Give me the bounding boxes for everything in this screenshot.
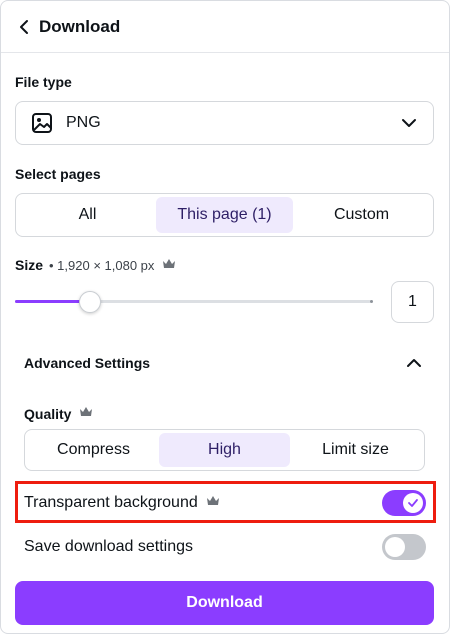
advanced-settings-title: Advanced Settings [24, 355, 151, 371]
file-type-value: PNG [66, 114, 101, 131]
advanced-settings-toggle[interactable]: Advanced Settings [24, 343, 424, 383]
quality-option-compress[interactable]: Compress [28, 433, 159, 467]
slider-thumb[interactable] [78, 291, 101, 313]
pages-option-custom[interactable]: Custom [293, 197, 430, 233]
image-icon [30, 111, 54, 135]
toggle-knob [385, 537, 405, 557]
quality-segment: Compress High Limit size [24, 429, 425, 471]
pages-option-all[interactable]: All [19, 197, 156, 233]
save-settings-row: Save download settings [24, 532, 426, 562]
quality-label: Quality [24, 406, 72, 422]
file-type-select[interactable]: PNG [15, 101, 434, 145]
quality-option-limit-size[interactable]: Limit size [290, 433, 421, 467]
select-pages-label: Select pages [15, 166, 101, 182]
size-slider[interactable] [15, 291, 375, 313]
back-button[interactable] [13, 15, 35, 39]
size-dimensions: • 1,920 × 1,080 px [49, 257, 155, 273]
panel-header: Download [1, 1, 449, 53]
download-panel: Download File type PNG Select pages All … [0, 0, 450, 634]
save-settings-toggle[interactable] [382, 534, 426, 560]
quality-option-high[interactable]: High [159, 433, 290, 467]
chevron-up-icon [404, 353, 424, 373]
size-number-input[interactable]: 1 [391, 281, 434, 323]
select-pages-segment: All This page (1) Custom [15, 193, 434, 237]
crown-icon [162, 258, 176, 273]
size-row: Size • 1,920 × 1,080 px [15, 257, 176, 273]
file-type-label: File type [15, 74, 72, 90]
crown-icon [79, 405, 93, 423]
back-chevron-icon [20, 20, 28, 34]
save-settings-label: Save download settings [24, 538, 193, 555]
chevron-down-icon [399, 113, 419, 133]
slider-end-dot [370, 300, 373, 303]
size-label: Size [15, 257, 44, 273]
page-title: Download [39, 17, 121, 36]
download-button[interactable]: Download [15, 581, 434, 625]
pages-option-this-page[interactable]: This page (1) [156, 197, 293, 233]
quality-row: Quality [24, 405, 93, 423]
highlight-box [15, 481, 436, 523]
